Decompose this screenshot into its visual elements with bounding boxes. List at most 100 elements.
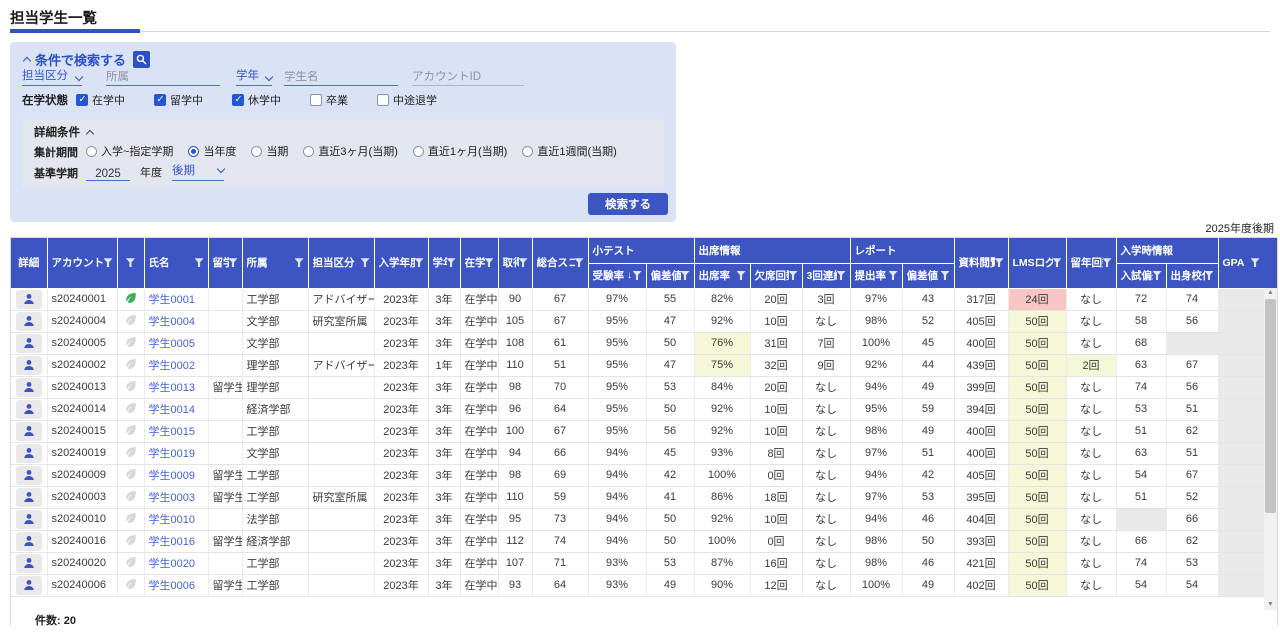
period-radio[interactable]: 直近1ヶ月(当期) bbox=[413, 143, 507, 159]
detail-button[interactable] bbox=[16, 510, 42, 529]
col-header-gpa[interactable]: GPA bbox=[1218, 238, 1264, 288]
col-header-name[interactable]: 氏名 bbox=[144, 238, 208, 288]
period-radio[interactable]: 当年度 bbox=[188, 143, 236, 159]
filter-icon[interactable] bbox=[229, 258, 238, 267]
detail-button[interactable] bbox=[16, 466, 42, 485]
student-name-link[interactable]: 学生0015 bbox=[149, 426, 195, 438]
detail-button[interactable] bbox=[16, 444, 42, 463]
detail-button[interactable] bbox=[16, 532, 42, 551]
status-checkbox[interactable]: 中途退学 bbox=[377, 92, 437, 108]
filter-icon[interactable] bbox=[789, 271, 798, 280]
period-radio[interactable]: 当期 bbox=[251, 143, 288, 159]
collapse-chevron-up-icon[interactable] bbox=[86, 129, 94, 137]
detail-button[interactable] bbox=[16, 400, 42, 419]
radio-icon[interactable] bbox=[522, 146, 533, 157]
col-header-lms[interactable]: LMSログイン bbox=[1008, 238, 1066, 288]
period-radio[interactable]: 直近1週間(当期) bbox=[522, 143, 616, 159]
radio-icon[interactable] bbox=[413, 146, 424, 157]
detail-button[interactable] bbox=[16, 488, 42, 507]
filter-icon[interactable] bbox=[104, 258, 113, 267]
detail-button[interactable] bbox=[16, 312, 42, 331]
student-name-link[interactable]: 学生0016 bbox=[149, 536, 195, 548]
col-header-leaf[interactable] bbox=[117, 238, 144, 288]
filter-icon[interactable] bbox=[1153, 271, 1162, 280]
student-name-link[interactable]: 学生0009 bbox=[149, 470, 195, 482]
checkbox-icon[interactable] bbox=[377, 94, 389, 106]
student-name-link[interactable]: 学生0002 bbox=[149, 360, 195, 372]
student-name-link[interactable]: 学生0010 bbox=[149, 514, 195, 526]
col-header-account[interactable]: アカウント bbox=[47, 238, 117, 288]
search-icon-button[interactable] bbox=[133, 51, 150, 68]
detail-button[interactable] bbox=[16, 356, 42, 375]
base-term-year-input[interactable] bbox=[86, 168, 130, 181]
radio-icon[interactable] bbox=[188, 146, 199, 157]
detail-button[interactable] bbox=[16, 422, 42, 441]
detail-button[interactable] bbox=[16, 576, 42, 595]
sort-desc-icon[interactable]: ↓ bbox=[627, 270, 632, 281]
col-header-dept[interactable]: 所属 bbox=[242, 238, 308, 288]
student-name-link[interactable]: 学生0005 bbox=[149, 338, 195, 350]
col-header-quiz-rate[interactable]: 受験率↓ bbox=[588, 263, 646, 288]
filter-icon[interactable] bbox=[1251, 258, 1260, 267]
col-header-school-dev[interactable]: 出身校偏差値 bbox=[1166, 263, 1218, 288]
col-header-charge[interactable]: 担当区分 bbox=[308, 238, 374, 288]
filter-icon[interactable] bbox=[1205, 271, 1214, 280]
col-header-score[interactable]: 総合スコア bbox=[532, 238, 588, 288]
filter-icon[interactable] bbox=[447, 258, 456, 267]
scrollbar-thumb[interactable] bbox=[1265, 299, 1276, 513]
scroll-down-arrow-icon[interactable]: ▼ bbox=[1264, 600, 1277, 610]
detail-button[interactable] bbox=[16, 378, 42, 397]
status-checkbox[interactable]: 留学中 bbox=[154, 92, 203, 108]
base-term-select[interactable]: 後期 bbox=[172, 162, 224, 181]
filter-icon[interactable] bbox=[1103, 258, 1112, 267]
grade-select[interactable]: 学年 bbox=[236, 68, 272, 86]
filter-icon[interactable] bbox=[941, 271, 950, 280]
student-name-link[interactable]: 学生0006 bbox=[149, 580, 195, 592]
filter-icon[interactable] bbox=[415, 258, 424, 267]
student-name-link[interactable]: 学生0020 bbox=[149, 558, 195, 570]
status-checkbox[interactable]: 休学中 bbox=[232, 92, 281, 108]
filter-icon[interactable] bbox=[737, 271, 746, 280]
filter-icon[interactable] bbox=[519, 258, 528, 267]
student-name-link[interactable]: 学生0019 bbox=[149, 448, 195, 460]
col-header-absent[interactable]: 欠席回数 bbox=[750, 263, 802, 288]
col-header-quiz-dev[interactable]: 偏差値 bbox=[646, 263, 694, 288]
col-header-views[interactable]: 資料閲覧回数 bbox=[954, 238, 1008, 288]
detail-button[interactable] bbox=[16, 554, 42, 573]
filter-icon[interactable] bbox=[195, 258, 204, 267]
affiliation-input[interactable] bbox=[106, 71, 220, 83]
col-header-intl[interactable]: 留学生 bbox=[208, 238, 242, 288]
student-name-link[interactable]: 学生0003 bbox=[149, 492, 195, 504]
col-header-exam-dev[interactable]: 入試偏差値 bbox=[1116, 263, 1166, 288]
checkbox-icon[interactable] bbox=[232, 94, 244, 106]
col-header-consec[interactable]: 3回連続欠席 bbox=[802, 263, 850, 288]
detail-button[interactable] bbox=[16, 334, 42, 353]
student-name-link[interactable]: 学生0001 bbox=[149, 294, 195, 306]
col-header-attend-rate[interactable]: 出席率 bbox=[694, 263, 750, 288]
filter-icon[interactable] bbox=[995, 258, 1004, 267]
filter-icon[interactable] bbox=[126, 258, 135, 267]
collapse-chevron-up-icon[interactable] bbox=[23, 57, 31, 65]
col-header-submit-rate[interactable]: 提出率 bbox=[850, 263, 902, 288]
filter-icon[interactable] bbox=[837, 271, 846, 280]
filter-icon[interactable] bbox=[485, 258, 494, 267]
status-checkbox[interactable]: 卒業 bbox=[310, 92, 348, 108]
col-header-grade[interactable]: 学年 bbox=[428, 238, 460, 288]
filter-icon[interactable] bbox=[889, 271, 898, 280]
period-radio[interactable]: 入学~指定学期 bbox=[86, 143, 173, 159]
filter-icon[interactable] bbox=[295, 258, 304, 267]
student-name-link[interactable]: 学生0014 bbox=[149, 404, 195, 416]
vertical-scrollbar[interactable]: ▲ ▼ bbox=[1264, 288, 1277, 610]
col-header-repeat[interactable]: 留年回数 bbox=[1066, 238, 1116, 288]
filter-icon[interactable] bbox=[633, 271, 642, 280]
filter-icon[interactable] bbox=[361, 258, 370, 267]
col-header-status[interactable]: 在学状態 bbox=[460, 238, 498, 288]
status-checkbox[interactable]: 在学中 bbox=[76, 92, 125, 108]
period-radio[interactable]: 直近3ヶ月(当期) bbox=[303, 143, 397, 159]
col-header-report-dev[interactable]: 偏差値 bbox=[902, 263, 954, 288]
checkbox-icon[interactable] bbox=[76, 94, 88, 106]
detail-button[interactable] bbox=[16, 290, 42, 309]
student-name-link[interactable]: 学生0013 bbox=[149, 382, 195, 394]
student-name-link[interactable]: 学生0004 bbox=[149, 316, 195, 328]
filter-icon[interactable] bbox=[575, 258, 584, 267]
